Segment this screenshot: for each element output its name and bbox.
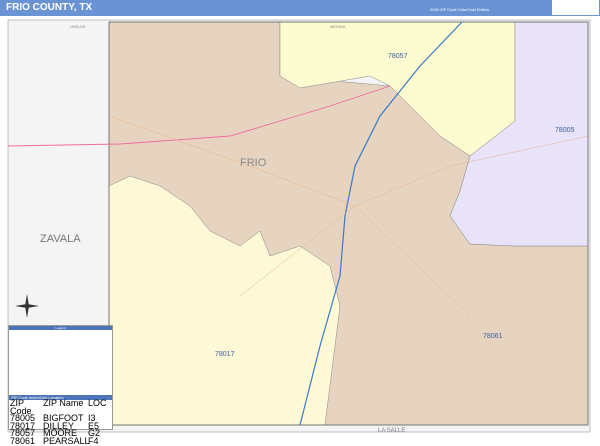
zip: 78057: [10, 428, 36, 438]
zip-label-78061: 78061: [483, 333, 503, 340]
zip-label-78005: 78005: [555, 127, 575, 134]
map-title: FRIO COUNTY, TX: [6, 2, 93, 13]
loc: F4: [88, 435, 99, 446]
neighbor-label-la-salle: LA SALLE: [378, 428, 405, 434]
neighbor-label-uvalde: UVALDE: [70, 24, 86, 29]
publisher-logo: [552, 0, 599, 15]
zip-index-table: ZIP Code Index/Grid Location ZIP Code ZIP…: [9, 395, 112, 445]
zip: 78061: [10, 435, 36, 446]
zip-label-78017: 78017: [215, 351, 235, 358]
legend-title: Legend: [9, 326, 112, 330]
county-label: FRIO: [240, 157, 267, 169]
legend-panel: Legend ZIP Code Index/Grid Location ZIP …: [8, 325, 113, 445]
table-row: 78057 MOORE G2: [9, 428, 112, 438]
zip-label-78057: 78057: [388, 53, 408, 60]
name: MOORE: [43, 428, 78, 438]
edition-label: 2020 ZIP Code ColorCast Edition: [430, 7, 490, 12]
loc: G2: [88, 428, 101, 438]
table-row: 78061 PEARSALL F4: [9, 435, 112, 446]
neighbor-label-medina: MEDINA: [330, 24, 346, 29]
header-bar: FRIO COUNTY, TX 2020 ZIP Code ColorCast …: [0, 0, 600, 16]
neighbor-label-zavala: ZAVALA: [40, 233, 81, 245]
name: PEARSALL: [43, 435, 90, 446]
